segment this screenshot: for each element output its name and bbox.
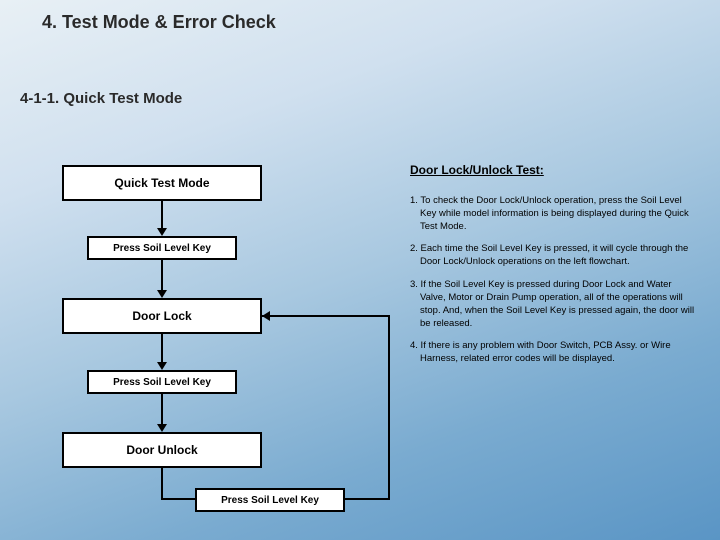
flow-connector bbox=[161, 260, 163, 290]
instruction-step-2: 2. Each time the Soil Level Key is press… bbox=[410, 243, 698, 269]
flow-connector bbox=[161, 498, 195, 500]
flow-press-soil-3: Press Soil Level Key bbox=[195, 488, 345, 512]
flow-press-soil-2: Press Soil Level Key bbox=[87, 370, 237, 394]
flow-connector bbox=[345, 498, 390, 500]
instructions-heading: Door Lock/Unlock Test: bbox=[410, 163, 544, 177]
flow-press-soil-1: Press Soil Level Key bbox=[87, 236, 237, 260]
flow-connector bbox=[161, 394, 163, 424]
instructions-body: 1. To check the Door Lock/Unlock operati… bbox=[410, 195, 698, 376]
instruction-step-1: 1. To check the Door Lock/Unlock operati… bbox=[410, 195, 698, 233]
instruction-step-4: 4. If there is any problem with Door Swi… bbox=[410, 340, 698, 366]
page-title: 4. Test Mode & Error Check bbox=[42, 12, 276, 33]
flow-connector bbox=[262, 315, 390, 317]
flow-connector bbox=[161, 334, 163, 362]
flow-door-lock: Door Lock bbox=[62, 298, 262, 334]
arrow-down-icon bbox=[157, 290, 167, 298]
arrow-down-icon bbox=[157, 362, 167, 370]
section-subtitle: 4-1-1. Quick Test Mode bbox=[20, 90, 182, 107]
flow-connector bbox=[388, 315, 390, 500]
flow-door-unlock: Door Unlock bbox=[62, 432, 262, 468]
instruction-step-3: 3. If the Soil Level Key is pressed duri… bbox=[410, 279, 698, 330]
flow-connector bbox=[161, 468, 163, 498]
arrow-left-icon bbox=[262, 311, 270, 321]
flow-quick-test-mode: Quick Test Mode bbox=[62, 165, 262, 201]
arrow-down-icon bbox=[157, 424, 167, 432]
flow-connector bbox=[161, 201, 163, 229]
arrow-down-icon bbox=[157, 228, 167, 236]
